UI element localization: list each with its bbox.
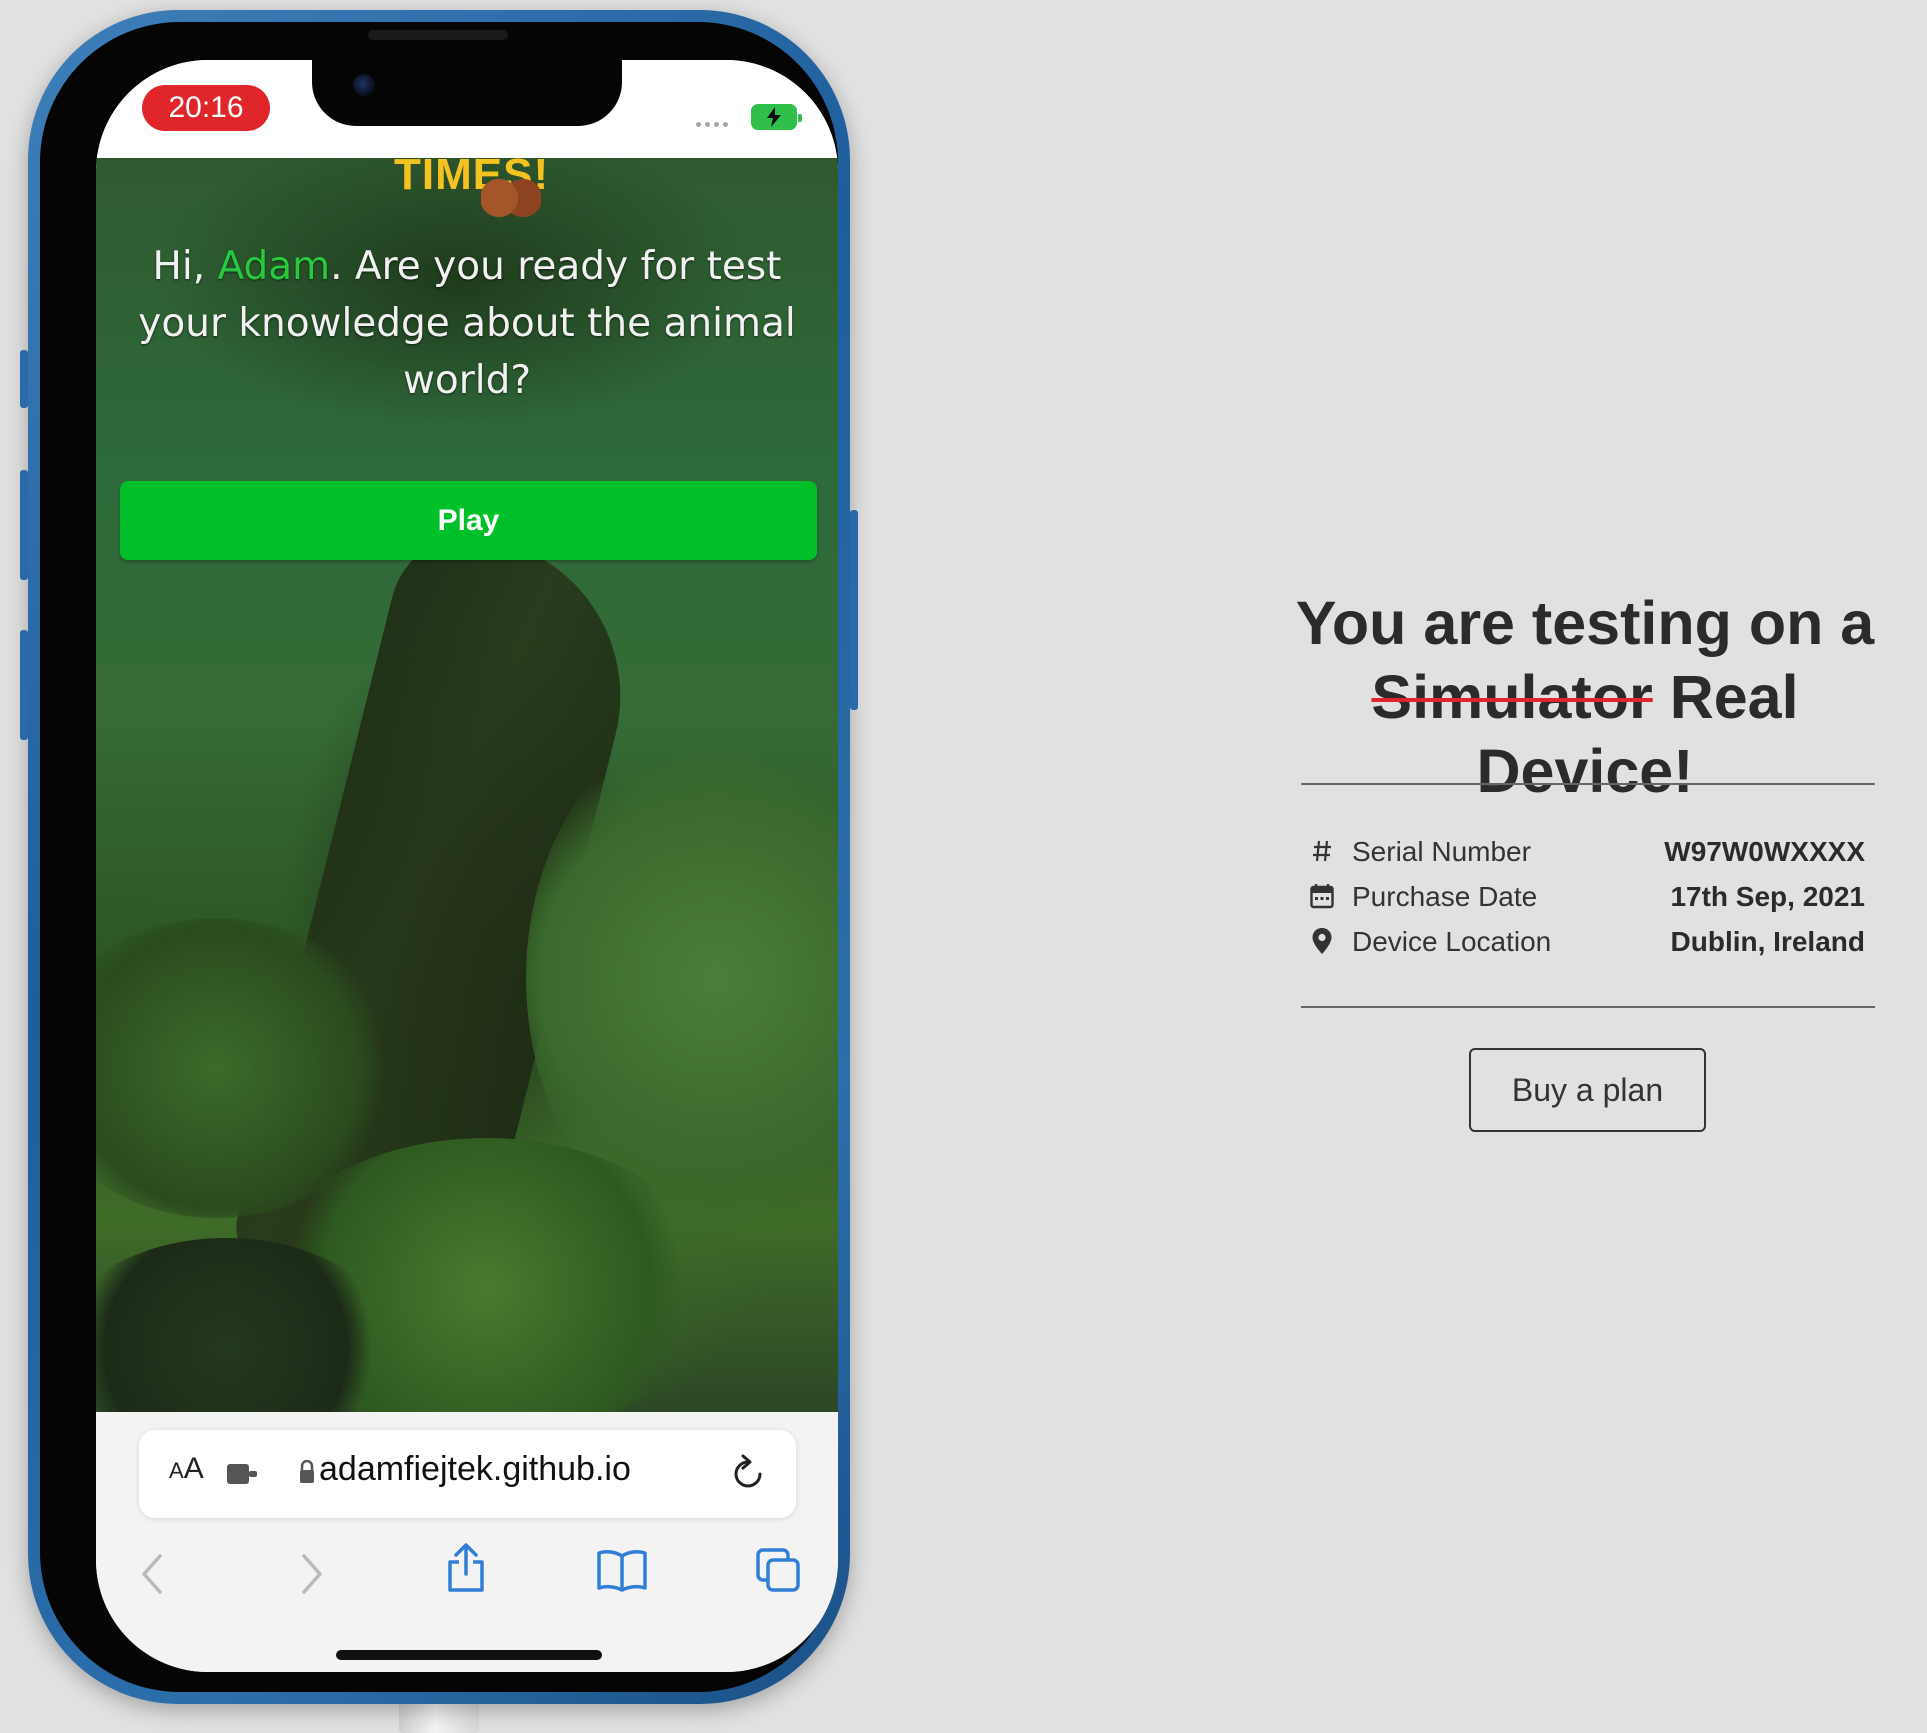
safari-toolbar <box>96 1542 838 1612</box>
power-button <box>850 510 858 710</box>
hash-icon <box>1308 834 1336 868</box>
status-time: 20:16 <box>142 85 270 131</box>
info-row-serial: Serial Number W97W0WXXXX <box>1308 832 1865 872</box>
serial-value: W97W0WXXXX <box>1664 836 1865 867</box>
calendar-icon <box>1308 879 1336 913</box>
web-content: TIMES! Hi, Adam. Are you ready for test … <box>96 150 838 1458</box>
signal-icon <box>696 122 728 127</box>
divider-top <box>1301 783 1875 785</box>
phone-screen: 20:16 TIMES! Hi, Adam. Are you ready for… <box>96 60 838 1672</box>
extension-icon[interactable] <box>227 1462 261 1486</box>
share-icon[interactable] <box>444 1542 488 1594</box>
play-button[interactable]: Play <box>120 481 817 560</box>
volume-up-button <box>20 470 28 580</box>
volume-down-button <box>20 630 28 740</box>
back-icon[interactable] <box>138 1552 168 1596</box>
forward-icon[interactable] <box>296 1552 326 1596</box>
purchase-date-value: 17th Sep, 2021 <box>1670 881 1865 912</box>
url-text[interactable]: adamfiejtek.github.io <box>319 1450 631 1489</box>
purchase-date-label: Purchase Date <box>1352 881 1538 912</box>
location-pin-icon <box>1308 924 1336 958</box>
tabs-icon[interactable] <box>754 1546 802 1594</box>
safari-bottom-bar: AA adamfiejtek.github.io <box>96 1412 838 1672</box>
greeting-prefix: Hi, <box>152 244 218 289</box>
location-label: Device Location <box>1352 926 1552 957</box>
lock-icon <box>300 1460 314 1483</box>
divider-bottom <box>1301 1006 1875 1008</box>
reader-text-size-button[interactable]: AA <box>169 1452 204 1486</box>
iphone-device-frame: 20:16 TIMES! Hi, Adam. Are you ready for… <box>20 10 858 1704</box>
title-line-1: You are testing on a <box>1295 589 1875 657</box>
address-bar[interactable]: AA adamfiejtek.github.io <box>139 1430 796 1518</box>
info-row-location: Device Location Dublin, Ireland <box>1308 922 1865 962</box>
monkey-icon <box>481 178 541 218</box>
buy-a-plan-button[interactable]: Buy a plan <box>1469 1048 1706 1132</box>
bookmarks-icon[interactable] <box>596 1548 648 1592</box>
earpiece-speaker <box>368 30 508 40</box>
serial-label: Serial Number <box>1352 836 1531 867</box>
greeting-text: Hi, Adam. Are you ready for test your kn… <box>116 238 818 409</box>
mute-switch <box>20 350 28 408</box>
battery-charging-icon <box>751 104 802 130</box>
front-camera-icon <box>353 74 375 96</box>
notch <box>312 60 622 126</box>
struck-word: Simulator <box>1371 663 1653 731</box>
reload-icon[interactable] <box>731 1454 765 1492</box>
title-line-2: Simulator Real Device! <box>1260 660 1910 808</box>
home-indicator <box>336 1650 602 1660</box>
panel-title: You are testing on a Simulator Real Devi… <box>1260 586 1910 808</box>
location-value: Dublin, Ireland <box>1670 926 1865 957</box>
info-row-purchase-date: Purchase Date 17th Sep, 2021 <box>1308 877 1865 917</box>
user-name: Adam <box>217 244 331 289</box>
